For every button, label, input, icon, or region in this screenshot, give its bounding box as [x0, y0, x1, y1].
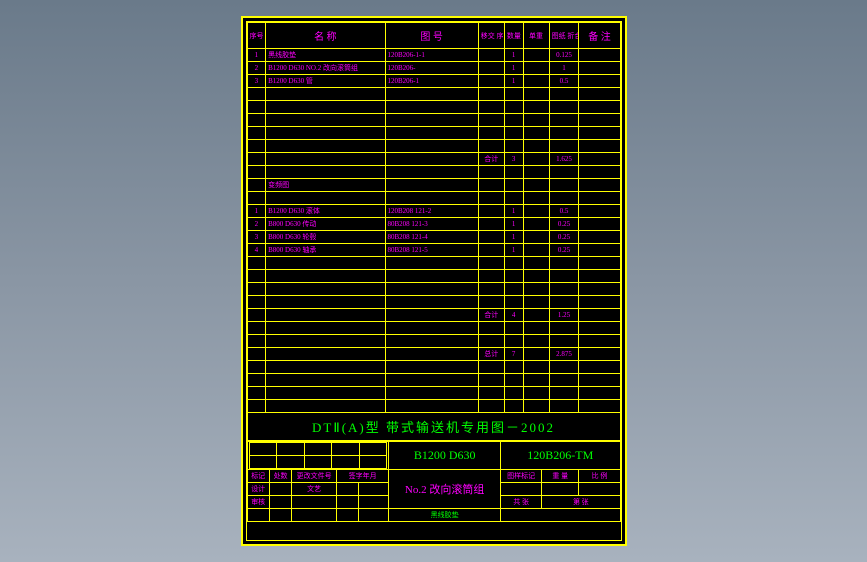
bom-row: 4B800 D630 轴承80B208 121-510.25	[247, 244, 620, 257]
bom-row-empty	[247, 140, 620, 153]
drawing-title: DTⅡ(A)型 带式输送机专用图－2002	[247, 413, 621, 441]
spec-cell: B1200 D630	[389, 442, 501, 470]
tb-row: 标记处数更改文件号签字年月 No.2 改向滚筒组 图样标记重 量比 例	[247, 470, 620, 483]
col-singlewt: 单重	[523, 23, 549, 49]
col-remark: 备 注	[579, 23, 620, 49]
bom-row-empty	[247, 88, 620, 101]
drawing-sheet: 序号 名 称 图 号 移交 序号 数量 单重 图纸 折合(t) 备 注 1黑线胶…	[241, 16, 627, 546]
bom-row: 3B1200 D630 管120B206-110.5	[247, 75, 620, 88]
bom-subtotal-b: 合计41.25	[247, 309, 620, 322]
bom-row-empty	[247, 257, 620, 270]
bom-row-empty	[247, 192, 620, 205]
col-qty: 数量	[504, 23, 523, 49]
bom-row: 2B800 D630 传动80B208 121-310.25	[247, 218, 620, 231]
bom-row-empty	[247, 114, 620, 127]
bom-row-empty	[247, 270, 620, 283]
bom-row: 2B1200 D630 NO.2 改向滚筒组120B206-11	[247, 62, 620, 75]
col-transno: 移交 序号	[478, 23, 504, 49]
bom-row-empty	[247, 361, 620, 374]
bom-table: 序号 名 称 图 号 移交 序号 数量 单重 图纸 折合(t) 备 注 1黑线胶…	[247, 22, 621, 413]
bom-row-empty	[247, 322, 620, 335]
bom-row-empty	[247, 166, 620, 179]
bom-header-row: 序号 名 称 图 号 移交 序号 数量 单重 图纸 折合(t) 备 注	[247, 23, 620, 49]
note-cell: 黑线胶垫	[389, 509, 501, 522]
bom-note-row: 变频图	[247, 179, 620, 192]
col-totalwt: 图纸 折合(t)	[549, 23, 579, 49]
code-cell: 120B206-TM	[501, 442, 620, 470]
bom-row: 1B1200 D630 滚体120B208 121-210.5	[247, 205, 620, 218]
tb-row: 黑线胶垫	[247, 509, 620, 522]
bom-row-empty	[247, 374, 620, 387]
bom-row: 3B800 D630 轮毂80B208 121-410.25	[247, 231, 620, 244]
part-name-cell: No.2 改向滚筒组	[389, 470, 501, 509]
drawing-frame: 序号 名 称 图 号 移交 序号 数量 单重 图纸 折合(t) 备 注 1黑线胶…	[246, 21, 622, 541]
bom-grandtotal: 总计72.875	[247, 348, 620, 361]
title-block: B1200 D630 120B206-TM 标记处数更改文件号签字年月 No.2…	[247, 441, 621, 522]
bom-subtotal-a: 合计31.625	[247, 153, 620, 166]
bom-row: 1黑线胶垫120B206-1-110.125	[247, 49, 620, 62]
bom-row-empty	[247, 296, 620, 309]
bom-row-empty	[247, 387, 620, 400]
bom-row-empty	[247, 101, 620, 114]
col-name: 名 称	[266, 23, 385, 49]
bom-row-empty	[247, 283, 620, 296]
bom-row-empty	[247, 400, 620, 413]
bom-row-empty	[247, 127, 620, 140]
col-seq: 序号	[247, 23, 266, 49]
bom-row-empty	[247, 335, 620, 348]
col-drawno: 图 号	[385, 23, 478, 49]
